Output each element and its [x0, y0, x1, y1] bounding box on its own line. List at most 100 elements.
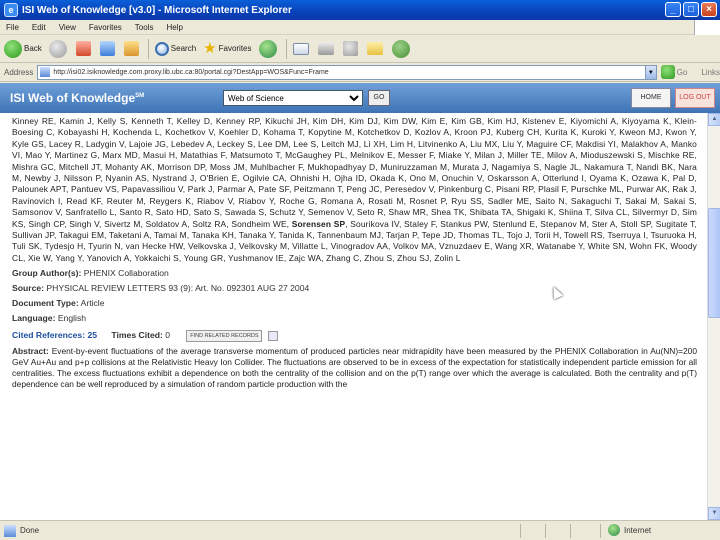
menu-help[interactable]: Help: [166, 23, 182, 32]
database-go-button[interactable]: GO: [368, 90, 390, 106]
status-divider: [570, 524, 571, 538]
search-label: Search: [170, 44, 197, 53]
mail-icon: [292, 42, 309, 55]
language-row: Language: English: [12, 312, 697, 324]
language-label: Language:: [12, 313, 56, 324]
document-type-label: Document Type:: [12, 298, 79, 309]
document-type-row: Document Type: Article: [12, 297, 697, 309]
home-button[interactable]: [123, 41, 141, 56]
isi-brand-text: ISI Web of Knowledge: [10, 91, 136, 105]
maximize-button[interactable]: □: [683, 2, 699, 17]
times-cited-value: 0: [165, 330, 171, 341]
address-dropdown-button[interactable]: ▼: [645, 64, 658, 80]
isi-header: ISI Web of KnowledgeSM Web of Science GO…: [0, 83, 720, 113]
toolbar-separator: [147, 38, 149, 59]
print-icon: [317, 42, 334, 55]
media-icon: [258, 39, 277, 58]
menu-file[interactable]: File: [6, 23, 19, 32]
isi-home-button[interactable]: HOME: [631, 88, 671, 108]
abstract: Abstract: Event-by-event fluctuations of…: [12, 346, 697, 390]
language-value: English: [57, 313, 87, 324]
window-title: ISI Web of Knowledge [v3.0] - Microsoft …: [22, 4, 292, 16]
abstract-text: Event-by-event fluctuations of the avera…: [12, 346, 697, 390]
star-icon: ★: [203, 40, 217, 57]
close-button[interactable]: ×: [701, 2, 717, 17]
cited-references-link[interactable]: Cited References: 25: [12, 330, 97, 340]
source-label: Source:: [12, 283, 44, 294]
media-button[interactable]: [258, 39, 279, 58]
author-list-text: Kinney RE, Kamin J, Kelly S, Kenneth T, …: [12, 116, 697, 263]
source-row: Source: PHYSICAL REVIEW LETTERS 93 (9): …: [12, 282, 697, 294]
address-label: Address: [4, 67, 34, 77]
toolbar-separator: [285, 38, 287, 59]
isi-brand-logo: ISI Web of KnowledgeSM: [10, 91, 144, 105]
menu-favorites[interactable]: Favorites: [89, 23, 122, 32]
favorites-button[interactable]: ★ Favorites: [203, 41, 251, 56]
vertical-scrollbar[interactable]: ▲ ▼: [707, 113, 720, 520]
menu-tools[interactable]: Tools: [135, 23, 154, 32]
back-button[interactable]: Back: [4, 39, 42, 58]
author-list: Kinney RE, Kamin J, Kelly S, Kenneth T, …: [12, 116, 697, 264]
print-button[interactable]: [317, 42, 336, 55]
database-select[interactable]: Web of Science: [223, 90, 363, 106]
scroll-thumb[interactable]: [708, 208, 720, 318]
group-author-value: PHENIX Collaboration: [83, 268, 169, 279]
stop-icon: [75, 41, 91, 56]
status-text: Done: [20, 526, 40, 535]
status-divider: [545, 524, 546, 538]
home-icon: [123, 41, 139, 56]
menu-edit[interactable]: Edit: [32, 23, 46, 32]
links-label[interactable]: Links: [701, 68, 720, 77]
back-arrow-icon: [4, 39, 22, 58]
title-bar: e ISI Web of Knowledge [v3.0] - Microsof…: [0, 0, 720, 20]
internet-zone-icon: [608, 524, 620, 536]
page-icon: [40, 67, 51, 77]
security-zone: Internet: [608, 524, 651, 536]
citation-row: Cited References: 25 Times Cited: 0 FIND…: [12, 329, 697, 343]
search-icon: [154, 41, 169, 56]
ie-icon: e: [4, 3, 18, 17]
refresh-icon: [99, 41, 115, 56]
folder-icon: [366, 42, 383, 55]
page-done-icon: [4, 524, 16, 537]
highlighted-author: Sorensen SP: [291, 218, 346, 229]
abstract-label: Abstract:: [12, 346, 49, 357]
status-divider: [520, 524, 521, 538]
mail-button[interactable]: [292, 42, 311, 55]
address-input[interactable]: http://isi02.isiknowledge.com.proxy.lib.…: [37, 64, 646, 80]
group-author-label: Group Author(s):: [12, 268, 82, 279]
toolbar: Back Search ★ Favorites: [0, 35, 720, 63]
menu-view[interactable]: View: [59, 23, 76, 32]
scroll-up-button[interactable]: ▲: [708, 113, 720, 126]
favorites-label: Favorites: [218, 44, 252, 53]
find-related-records-button[interactable]: FIND RELATED RECORDS: [186, 330, 263, 343]
minimize-button[interactable]: _: [665, 2, 681, 17]
folder-button[interactable]: [366, 42, 385, 55]
forward-button[interactable]: [48, 39, 69, 58]
status-bar: Done Internet: [0, 520, 720, 540]
go-arrow-icon[interactable]: [661, 65, 675, 79]
logout-button[interactable]: LOG OUT: [675, 88, 715, 108]
scroll-down-button[interactable]: ▼: [708, 507, 720, 520]
address-url: http://isi02.isiknowledge.com.proxy.lib.…: [53, 68, 329, 76]
search-button[interactable]: Search: [154, 41, 197, 56]
times-cited-label: Times Cited:: [111, 330, 163, 341]
zone-label: Internet: [624, 525, 652, 535]
source-value: PHYSICAL REVIEW LETTERS 93 (9): Art. No.…: [46, 283, 310, 294]
related-records-icon[interactable]: [267, 331, 278, 342]
back-label: Back: [24, 44, 42, 53]
messenger-icon: [391, 39, 410, 58]
messenger-button[interactable]: [391, 39, 412, 58]
windows-logo-icon: [694, 20, 720, 35]
window-controls: _ □ ×: [665, 2, 717, 17]
stop-button[interactable]: [75, 41, 93, 56]
go-label[interactable]: Go: [677, 68, 688, 77]
status-divider: [600, 524, 601, 538]
menu-bar: File Edit View Favorites Tools Help: [0, 20, 720, 35]
address-bar: Address http://isi02.isiknowledge.com.pr…: [0, 63, 720, 82]
edit-button[interactable]: [342, 41, 360, 56]
refresh-button[interactable]: [99, 41, 117, 56]
ie-window: e ISI Web of Knowledge [v3.0] - Microsof…: [0, 0, 720, 540]
edit-icon: [342, 41, 358, 56]
document-type-value: Article: [80, 298, 105, 309]
